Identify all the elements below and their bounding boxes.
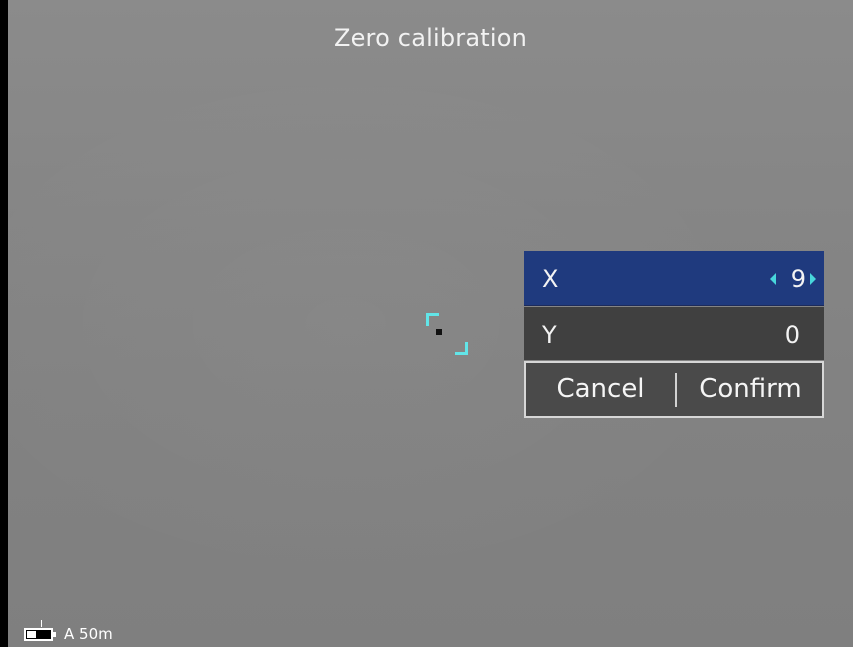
battery-level-indicator: [27, 631, 36, 638]
battery-icon: [24, 628, 56, 641]
reticle-top-left-bracket-icon: [426, 313, 439, 326]
page-title: Zero calibration: [333, 24, 528, 52]
battery-marker-icon: [41, 620, 42, 627]
y-value: 0: [784, 321, 800, 349]
x-value: 9: [790, 265, 806, 293]
y-offset-row[interactable]: Y 0: [524, 307, 824, 360]
chevron-right-icon[interactable]: [810, 273, 816, 285]
x-label: X: [542, 265, 559, 293]
reticle: [426, 313, 468, 355]
status-bar: A 50m: [8, 617, 853, 647]
reticle-center-dot-icon: [436, 329, 442, 335]
reticle-bottom-right-bracket-icon: [455, 342, 468, 355]
chevron-left-icon[interactable]: [770, 273, 776, 285]
y-label: Y: [542, 321, 557, 349]
action-bar: Cancel Confirm: [524, 361, 824, 418]
range-indicator: A 50m: [64, 625, 113, 643]
confirm-button[interactable]: Confirm: [677, 363, 824, 416]
calibration-panel: X 9 Y 0 Cancel Confirm: [524, 251, 824, 418]
x-offset-row[interactable]: X 9: [524, 251, 824, 306]
cancel-button[interactable]: Cancel: [526, 363, 675, 416]
thermal-view: Zero calibration X 9 Y 0 Cancel Confirm …: [8, 0, 853, 647]
